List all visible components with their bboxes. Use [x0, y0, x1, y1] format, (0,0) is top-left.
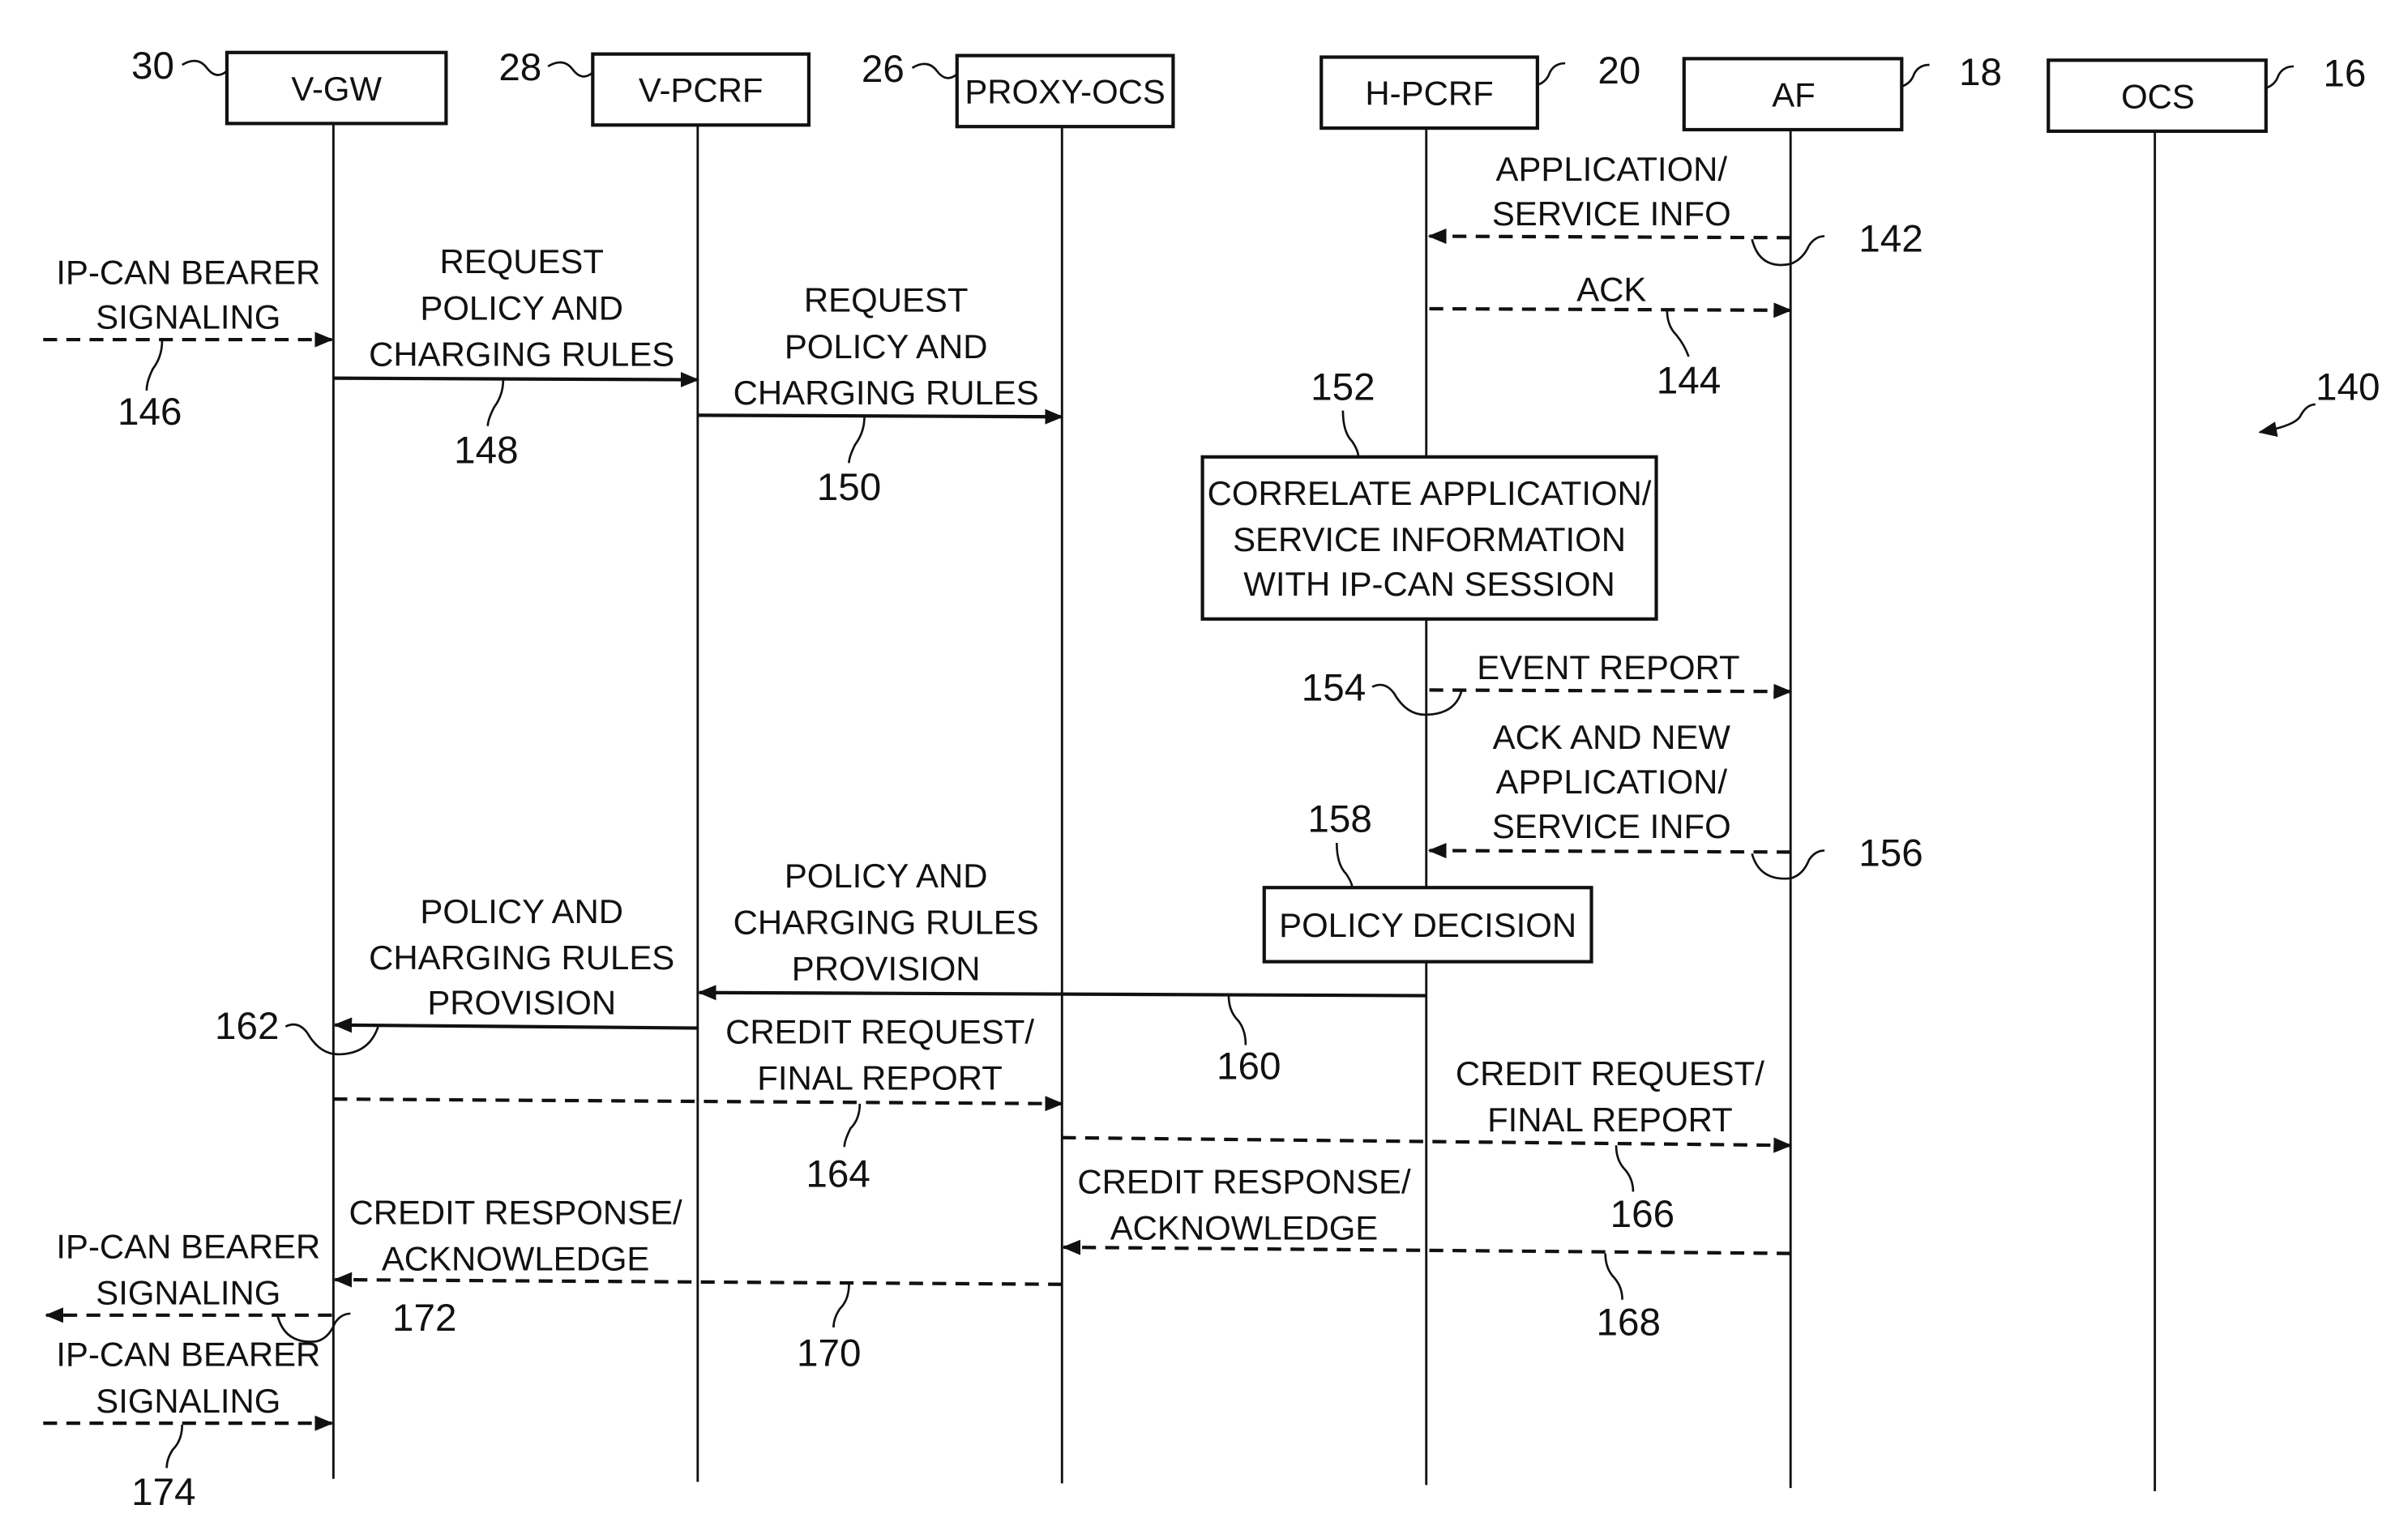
process-label: POLICY DECISION: [1279, 906, 1576, 944]
message-label: SIGNALING: [96, 1382, 280, 1420]
arrow: [697, 985, 1426, 1001]
ref-number: 26: [862, 48, 905, 91]
message-label: SERVICE INFO: [1492, 807, 1731, 845]
message-label: IP-CAN BEARER: [56, 1336, 320, 1374]
arrow: [1429, 302, 1793, 318]
message-label: PROVISION: [427, 983, 616, 1021]
message-label: CREDIT REQUEST/: [725, 1013, 1034, 1051]
arrow: [1429, 683, 1793, 699]
ref-number: 174: [131, 1471, 195, 1514]
ref-number: 164: [806, 1153, 870, 1196]
ref-number: 172: [392, 1297, 456, 1340]
arrow: [333, 371, 699, 387]
message-label: POLICY AND: [785, 327, 988, 366]
message-label: ACKNOWLEDGE: [382, 1240, 650, 1278]
message-label: CHARGING RULES: [734, 903, 1039, 941]
arrow: [1427, 228, 1791, 245]
message-148: REQUEST POLICY AND CHARGING RULES 148: [333, 242, 699, 472]
message-label: CHARGING RULES: [369, 938, 674, 977]
message-label: POLICY AND: [420, 289, 623, 327]
message-label: SIGNALING: [96, 1273, 280, 1311]
message-146: IP-CAN BEARER SIGNALING 146: [43, 253, 334, 434]
sequence-diagram: V-GW 30 V-PCRF 28 PROXY-OCS 26 H-PCRF 20…: [43, 45, 2380, 1514]
ref-number: 162: [215, 1005, 279, 1048]
ref-number: 166: [1610, 1193, 1674, 1236]
ref-number: 18: [1959, 51, 2002, 94]
message-label: APPLICATION/: [1496, 150, 1728, 188]
message-label: CREDIT REQUEST/: [1456, 1054, 1764, 1092]
entity-label: V-GW: [291, 70, 382, 108]
ref-number: 28: [498, 46, 541, 89]
arrow: [697, 408, 1064, 425]
entity-proxy-ocs: PROXY-OCS 26: [862, 48, 1175, 1484]
ref-number: 168: [1597, 1302, 1661, 1344]
message-label: CREDIT RESPONSE/: [1077, 1162, 1411, 1200]
ref-number: 170: [797, 1332, 861, 1375]
ref-number: 144: [1657, 360, 1721, 403]
process-152: 152 CORRELATE APPLICATION/ SERVICE INFOR…: [1200, 366, 1658, 621]
message-label: POLICY AND: [420, 892, 623, 930]
message-label: CREDIT RESPONSE/: [349, 1193, 682, 1231]
message-150: REQUEST POLICY AND CHARGING RULES 150: [697, 281, 1064, 509]
message-label: FINAL REPORT: [1487, 1101, 1733, 1139]
message-156: ACK AND NEW APPLICATION/ SERVICE INFO 15…: [1427, 718, 1923, 880]
message-144: ACK 144: [1429, 270, 1793, 403]
message-label: EVENT REPORT: [1477, 648, 1739, 686]
ref-number: 30: [131, 45, 174, 88]
message-label: PROVISION: [792, 949, 981, 987]
entity-ocs: OCS 16: [2047, 53, 2366, 1491]
message-label: FINAL REPORT: [757, 1059, 1003, 1097]
ref-number: 150: [817, 466, 881, 509]
message-label: CHARGING RULES: [369, 335, 674, 373]
message-label: REQUEST: [439, 242, 603, 280]
ref-number: 152: [1311, 366, 1375, 408]
message-label: APPLICATION/: [1496, 763, 1728, 801]
entity-label: V-PCRF: [639, 71, 763, 109]
ref-number: 20: [1597, 49, 1640, 92]
ref-number: 156: [1858, 832, 1923, 875]
entity-label: PROXY-OCS: [964, 73, 1166, 111]
ref-number: 142: [1858, 217, 1923, 260]
message-174: IP-CAN BEARER SIGNALING 174: [43, 1336, 334, 1514]
entity-af: AF 18: [1682, 51, 2002, 1489]
message-154: EVENT REPORT 154: [1302, 648, 1793, 716]
message-label: POLICY AND: [785, 857, 988, 895]
message-label: ACKNOWLEDGE: [1110, 1208, 1379, 1246]
process-label: WITH IP-CAN SESSION: [1243, 565, 1615, 603]
message-label: SIGNALING: [96, 298, 280, 336]
process-label: SERVICE INFORMATION: [1233, 520, 1626, 558]
figure-ref: 140: [2258, 366, 2380, 437]
message-142: APPLICATION/ SERVICE INFO 142: [1427, 150, 1923, 267]
figure-number: 140: [2316, 366, 2380, 408]
message-label: ACK: [1576, 270, 1646, 308]
ref-number: 146: [118, 391, 182, 434]
ref-number: 148: [454, 429, 518, 472]
ref-number: 158: [1307, 798, 1371, 841]
message-label: REQUEST: [804, 281, 968, 319]
message-label: ACK AND NEW: [1493, 718, 1731, 756]
entity-label: AF: [1772, 75, 1816, 113]
message-label: IP-CAN BEARER: [56, 1227, 320, 1265]
entity-label: H-PCRF: [1365, 75, 1493, 113]
message-label: IP-CAN BEARER: [56, 253, 320, 291]
arrow: [1427, 843, 1791, 859]
process-label: CORRELATE APPLICATION/: [1208, 474, 1652, 512]
ref-number: 160: [1217, 1045, 1281, 1088]
entity-label: OCS: [2121, 77, 2195, 115]
message-162: POLICY AND CHARGING RULES PROVISION 162: [215, 892, 698, 1056]
ref-number: 154: [1302, 667, 1366, 710]
message-label: SERVICE INFO: [1492, 195, 1731, 233]
message-label: CHARGING RULES: [734, 374, 1039, 412]
arrow: [333, 1017, 698, 1033]
ref-number: 16: [2323, 53, 2366, 96]
